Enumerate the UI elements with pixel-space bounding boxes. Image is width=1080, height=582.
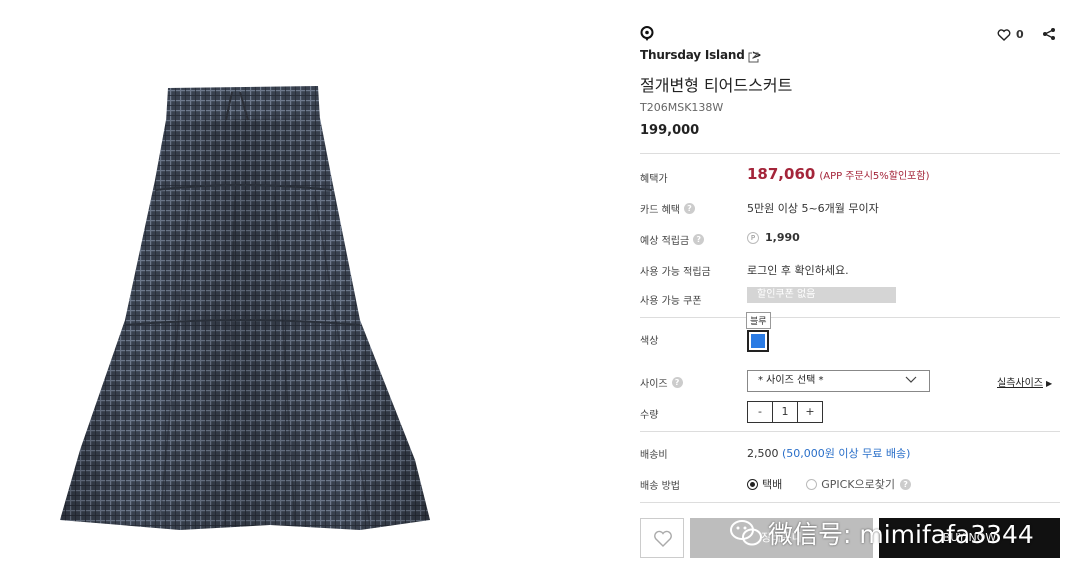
radio-gpick[interactable] [806, 478, 818, 490]
wechat-logo-icon [730, 520, 762, 546]
delivery-options: 택배 GPICK으로찾기 ? [747, 476, 912, 492]
points-label: 예상 적립금 ? [640, 232, 705, 247]
color-label: 색상 [640, 336, 659, 347]
shipping-value: 2,500 (50,000원 이상 무료 배송) [747, 445, 910, 461]
benefit-price: 187,060 [747, 165, 816, 183]
color-swatch-blue[interactable] [747, 330, 769, 352]
divider [640, 317, 1060, 318]
quantity-minus-button[interactable]: - [748, 402, 772, 422]
points-value: P 1,990 [747, 231, 800, 244]
brand-link[interactable]: Thursday Island > [640, 48, 762, 62]
benefit-note: (APP 주문시5%할인포함) [819, 170, 930, 182]
radio-courier[interactable] [747, 478, 758, 490]
product-image[interactable] [20, 20, 520, 560]
delivery-method-label: 배송 방법 [640, 481, 680, 492]
skirt-illustration [60, 86, 430, 530]
points-badge-icon: P [747, 231, 759, 244]
quantity-plus-button[interactable]: + [798, 402, 822, 422]
coupon-select[interactable]: 할인쿠폰 없음 [747, 287, 896, 303]
swatch-fill [751, 334, 765, 348]
size-select[interactable]: * 사이즈 선택 * [747, 370, 930, 392]
chevron-down-icon [905, 376, 917, 383]
card-benefit-label: 카드 혜택 ? [640, 201, 695, 216]
size-label: 사이즈 ? [640, 375, 683, 390]
info-icon[interactable]: ? [683, 203, 695, 214]
product-image-area [0, 0, 560, 582]
product-title: 절개변형 티어드스커트 [640, 76, 793, 95]
info-icon[interactable]: ? [693, 234, 705, 245]
quantity-value[interactable]: 1 [772, 402, 798, 422]
quantity-stepper: - 1 + [747, 401, 823, 423]
usable-points-value: 로그인 후 확인하세요. [747, 264, 849, 277]
external-link-icon[interactable] [747, 51, 760, 64]
card-benefit-value: 5만원 이상 5~6개월 무이자 [747, 202, 879, 215]
shipping-fee: 2,500 [747, 446, 779, 460]
divider [640, 431, 1060, 432]
usable-points-label: 사용 가능 적립금 [640, 267, 711, 278]
heart-icon [997, 28, 1011, 41]
brand-logo-icon [640, 26, 654, 41]
info-icon[interactable]: ? [671, 377, 683, 388]
coupon-label: 사용 가능 쿠폰 [640, 296, 702, 307]
benefit-value: 187,060 (APP 주문시5%할인포함) [747, 165, 929, 183]
divider [640, 502, 1060, 503]
size-chart-link[interactable]: 실측사이즈 ▶ [997, 374, 1052, 389]
color-tooltip: 블루 [746, 312, 771, 329]
wishlist-heart-button[interactable] [640, 518, 684, 558]
quantity-label: 수량 [640, 410, 659, 421]
brand-name: Thursday Island [640, 48, 745, 62]
points-amount: 1,990 [765, 231, 800, 244]
wishlist-button[interactable]: 0 [997, 28, 1024, 41]
shipping-label: 배송비 [640, 450, 668, 461]
product-price: 199,000 [640, 123, 700, 138]
radio-gpick-label: GPICK으로찾기 [821, 478, 896, 491]
free-shipping-note: (50,000원 이상 무료 배송) [782, 447, 911, 460]
divider [640, 153, 1060, 154]
product-detail-panel: Thursday Island > 0 절개변형 티어드스커트 T206MSK1… [640, 0, 1060, 582]
watermark: 微信号: mimifafa3344 [730, 515, 1034, 551]
triangle-right-icon: ▶ [1046, 379, 1053, 388]
radio-courier-label: 택배 [762, 478, 783, 491]
size-select-value: * 사이즈 선택 * [758, 375, 824, 386]
wishlist-count: 0 [1016, 28, 1024, 41]
watermark-text: 微信号: mimifafa3344 [768, 520, 1034, 549]
product-code: T206MSK138W [640, 101, 724, 114]
heart-outline-icon [654, 530, 672, 547]
share-icon[interactable] [1042, 27, 1056, 41]
benefit-label: 혜택가 [640, 174, 668, 185]
info-icon[interactable]: ? [900, 478, 912, 490]
